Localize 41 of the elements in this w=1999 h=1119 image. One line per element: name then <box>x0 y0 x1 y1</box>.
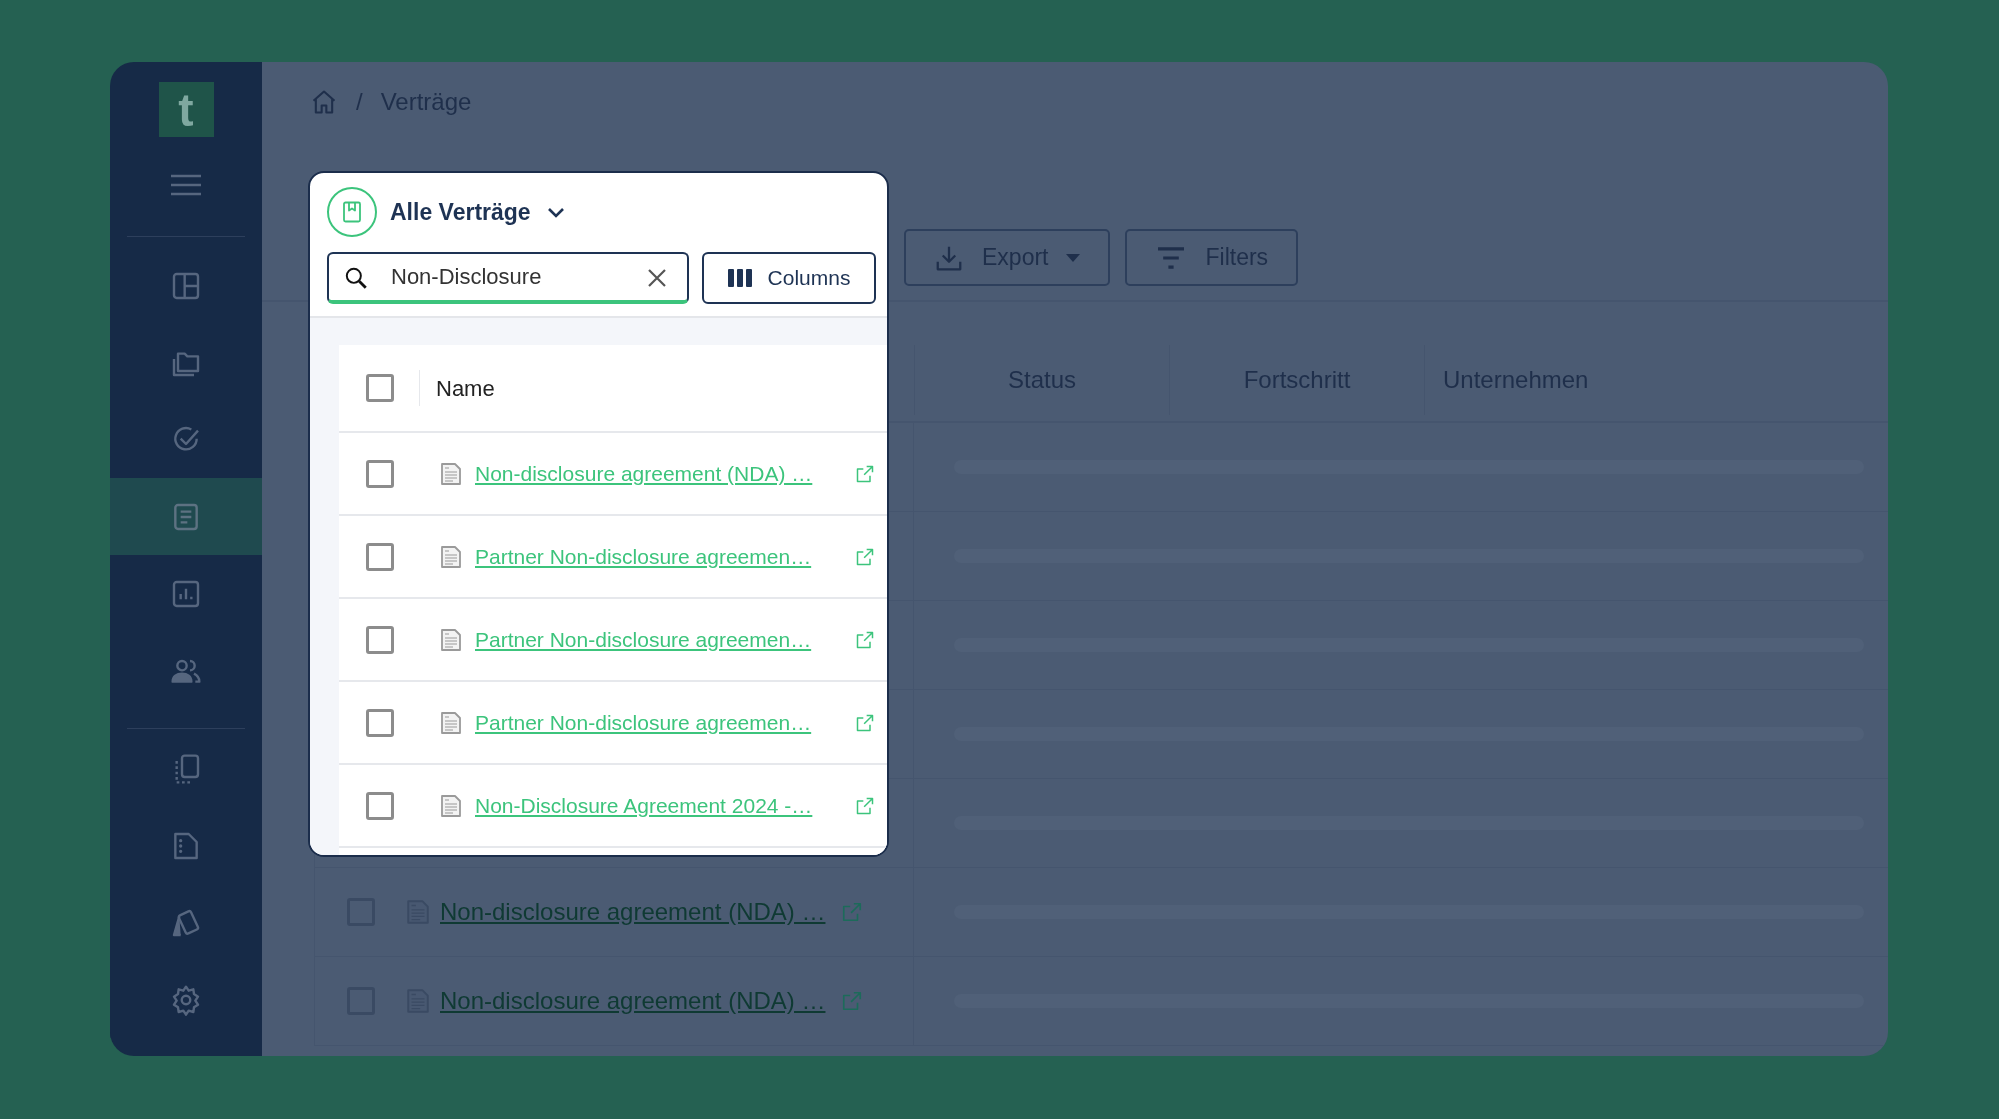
checkbox[interactable] <box>366 791 394 820</box>
settings-icon <box>170 983 202 1016</box>
external-link-icon <box>855 712 875 733</box>
close-icon <box>647 268 667 288</box>
breadcrumb-separator: / <box>356 87 363 117</box>
external-link-icon <box>841 990 864 1012</box>
document-icon <box>439 626 463 653</box>
chevron-down-icon <box>546 206 565 218</box>
document-icon <box>439 543 463 570</box>
checkbox[interactable] <box>366 708 394 737</box>
document-link[interactable]: Non-Disclosure Agreement 2024 -… <box>475 789 813 822</box>
column-header: Name <box>436 374 495 403</box>
document-link[interactable]: Partner Non-disclosure agreemen… <box>475 706 812 739</box>
menu-icon[interactable] <box>170 174 202 196</box>
checkbox[interactable] <box>366 374 394 402</box>
search-icon <box>343 265 369 291</box>
nav-item[interactable] <box>110 478 262 555</box>
external-link-icon <box>855 463 875 484</box>
document-link[interactable]: Non-disclosure agreement (NDA) … <box>475 457 813 490</box>
checkbox[interactable] <box>366 625 394 654</box>
home-icon <box>310 88 338 116</box>
columns-button[interactable]: Columns <box>702 252 876 304</box>
document-icon <box>439 460 463 487</box>
checkbox[interactable] <box>366 542 394 571</box>
document-icon <box>439 709 463 736</box>
bookmark-book-icon <box>342 201 362 223</box>
external-link-icon <box>841 901 864 923</box>
document-link[interactable]: Partner Non-disclosure agreemen… <box>475 540 812 573</box>
document-icon <box>439 792 463 819</box>
document-link[interactable]: Partner Non-disclosure agreemen… <box>475 623 812 656</box>
document-link[interactable]: Non-disclosure agreement (NDA) … <box>440 983 826 1019</box>
external-link-icon <box>855 546 875 567</box>
caret-icon <box>1066 253 1081 262</box>
external-link-icon <box>855 629 875 650</box>
external-link-icon <box>855 795 875 816</box>
logo[interactable]: t <box>158 82 214 137</box>
document-link[interactable]: Non-disclosure agreement (NDA) … <box>440 894 826 930</box>
view-selector[interactable]: Alle Verträge <box>390 194 565 230</box>
search-field[interactable]: Non-Disclosure <box>327 252 689 304</box>
checkbox[interactable] <box>366 459 394 488</box>
columns-icon <box>727 269 752 287</box>
